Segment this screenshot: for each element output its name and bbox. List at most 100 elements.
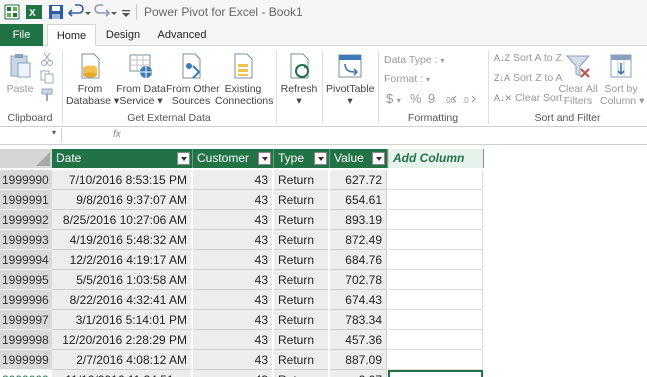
cell-date[interactable]: 8/22/2016 4:32:41 AM: [52, 290, 192, 310]
percent-format-button[interactable]: %: [410, 91, 422, 106]
clear-sort-button[interactable]: A↓✕ Clear Sort: [494, 92, 562, 104]
refresh-button[interactable]: Refresh ▾: [280, 52, 318, 107]
save-icon[interactable]: [48, 4, 64, 20]
cell-customer[interactable]: 43: [193, 310, 273, 330]
cell-type[interactable]: Return: [274, 310, 329, 330]
cut-icon[interactable]: [40, 52, 54, 69]
filter-dropdown-icon[interactable]: [258, 152, 271, 165]
cell-value[interactable]: 2.07: [330, 370, 387, 377]
cell-value[interactable]: 654.61: [330, 190, 387, 210]
from-database-button[interactable]: From Database ▾: [66, 52, 119, 107]
table-row[interactable]: 1999996 8/22/2016 4:32:41 AM 43 Return 674.4…: [0, 290, 647, 310]
copy-icon[interactable]: [40, 70, 54, 87]
row-number[interactable]: 1999991: [0, 190, 52, 210]
cell-value[interactable]: 627.72: [330, 170, 387, 190]
sort-a-to-z-button[interactable]: A↓Z Sort A to Z: [494, 52, 562, 64]
cell-date[interactable]: 7/10/2016 8:53:15 PM: [52, 170, 192, 190]
decrease-decimal-icon[interactable]: .0: [462, 92, 478, 109]
cell-add-column[interactable]: [388, 210, 483, 230]
cell-date[interactable]: 3/1/2016 5:14:01 PM: [52, 310, 192, 330]
cell-customer[interactable]: 43: [193, 210, 273, 230]
cell-value[interactable]: 684.76: [330, 250, 387, 270]
fx-icon[interactable]: fx: [113, 129, 121, 140]
cell-customer[interactable]: 43: [193, 250, 273, 270]
row-number[interactable]: 1999990: [0, 170, 52, 190]
tab-home[interactable]: Home: [47, 24, 96, 47]
cell-value[interactable]: 872.49: [330, 230, 387, 250]
row-number[interactable]: 1999996: [0, 290, 52, 310]
row-number[interactable]: 2000000: [0, 370, 52, 377]
undo-icon[interactable]: [67, 4, 84, 20]
table-row[interactable]: 1999998 12/20/2016 2:28:29 PM 43 Return 457.…: [0, 330, 647, 350]
column-header-date[interactable]: Date: [52, 149, 193, 168]
from-data-service-button[interactable]: From Data Service ▾: [115, 52, 167, 107]
cell-add-column[interactable]: [388, 290, 483, 310]
cell-add-column[interactable]: [388, 270, 483, 290]
undo-dropdown-icon[interactable]: [84, 4, 92, 20]
cell-customer[interactable]: 43: [193, 230, 273, 250]
tab-design[interactable]: Design: [98, 24, 148, 46]
redo-dropdown-icon[interactable]: [110, 4, 118, 20]
cell-date[interactable]: 5/5/2016 1:03:58 AM: [52, 270, 192, 290]
cell-date[interactable]: 2/7/2016 4:08:12 AM: [52, 350, 192, 370]
cell-type[interactable]: Return: [274, 250, 329, 270]
cell-customer[interactable]: 43: [193, 170, 273, 190]
data-type-dropdown[interactable]: Data Type : ▾: [384, 54, 444, 66]
table-row[interactable]: 1999994 12/2/2016 4:19:17 AM 43 Return 684.7…: [0, 250, 647, 270]
existing-connections-button[interactable]: Existing Connections: [215, 52, 273, 107]
tab-file[interactable]: File: [0, 24, 43, 46]
table-row[interactable]: 1999993 4/19/2016 5:48:32 AM 43 Return 872.4…: [0, 230, 647, 250]
row-number[interactable]: 1999992: [0, 210, 52, 230]
cell-type[interactable]: Return: [274, 210, 329, 230]
row-number[interactable]: 1999993: [0, 230, 52, 250]
row-number[interactable]: 1999999: [0, 350, 52, 370]
table-row[interactable]: 200000011/12/2016 11:34:51 ...43Return2.…: [0, 370, 647, 377]
paste-button[interactable]: Paste: [4, 52, 36, 95]
cell-add-column[interactable]: [388, 170, 483, 190]
sort-z-to-a-button[interactable]: Z↓A Sort Z to A: [494, 72, 563, 84]
redo-icon[interactable]: [94, 4, 111, 20]
column-header-value[interactable]: Value: [330, 149, 388, 168]
cell-customer[interactable]: 43: [193, 290, 273, 310]
cell-add-column[interactable]: [388, 190, 483, 210]
name-box[interactable]: ▾: [0, 128, 62, 143]
row-number[interactable]: 1999998: [0, 330, 52, 350]
filter-dropdown-icon[interactable]: [372, 152, 385, 165]
from-other-sources-button[interactable]: From Other Sources: [166, 52, 220, 107]
cell-type[interactable]: Return: [274, 330, 329, 350]
cell-customer[interactable]: 43: [193, 330, 273, 350]
tab-advanced[interactable]: Advanced: [152, 24, 212, 46]
table-row[interactable]: 1999990 7/10/2016 8:53:15 PM 43 Return 627.7…: [0, 170, 647, 190]
cell-date[interactable]: 4/19/2016 5:48:32 AM: [52, 230, 192, 250]
pivottable-button[interactable]: PivotTable ▾: [326, 52, 374, 107]
cell-customer[interactable]: 43: [193, 190, 273, 210]
cell-date[interactable]: 9/8/2016 9:37:07 AM: [52, 190, 192, 210]
cell-add-column[interactable]: [388, 250, 483, 270]
cell-value[interactable]: 674.43: [330, 290, 387, 310]
row-number[interactable]: 1999997: [0, 310, 52, 330]
excel-icon[interactable]: X: [26, 4, 42, 20]
cell-type[interactable]: Return: [274, 190, 329, 210]
increase-decimal-icon[interactable]: .00: [444, 92, 460, 109]
table-row[interactable]: 1999999 2/7/2016 4:08:12 AM 43 Return 887.09: [0, 350, 647, 370]
clear-all-filters-button[interactable]: Clear All Filters: [558, 52, 598, 107]
cell-date[interactable]: 8/25/2016 10:27:06 AM: [52, 210, 192, 230]
cell-customer[interactable]: 43: [193, 350, 273, 370]
cell-type[interactable]: Return: [274, 370, 329, 377]
cell-value[interactable]: 457.36: [330, 330, 387, 350]
filter-dropdown-icon[interactable]: [177, 152, 190, 165]
row-number[interactable]: 1999995: [0, 270, 52, 290]
cell-add-column[interactable]: [388, 330, 483, 350]
row-number[interactable]: 1999994: [0, 250, 52, 270]
column-header-type[interactable]: Type: [274, 149, 330, 168]
format-dropdown[interactable]: Format : ▾: [384, 73, 430, 85]
select-all-corner[interactable]: [0, 149, 52, 168]
cell-add-column[interactable]: [388, 370, 483, 377]
cell-value[interactable]: 783.34: [330, 310, 387, 330]
cell-type[interactable]: Return: [274, 290, 329, 310]
cell-date[interactable]: 12/2/2016 4:19:17 AM: [52, 250, 192, 270]
table-row[interactable]: 1999997 3/1/2016 5:14:01 PM 43 Return 783.34: [0, 310, 647, 330]
filter-dropdown-icon[interactable]: [314, 152, 327, 165]
cell-customer[interactable]: 43: [193, 270, 273, 290]
table-row[interactable]: 1999995 5/5/2016 1:03:58 AM 43 Return 702.78: [0, 270, 647, 290]
